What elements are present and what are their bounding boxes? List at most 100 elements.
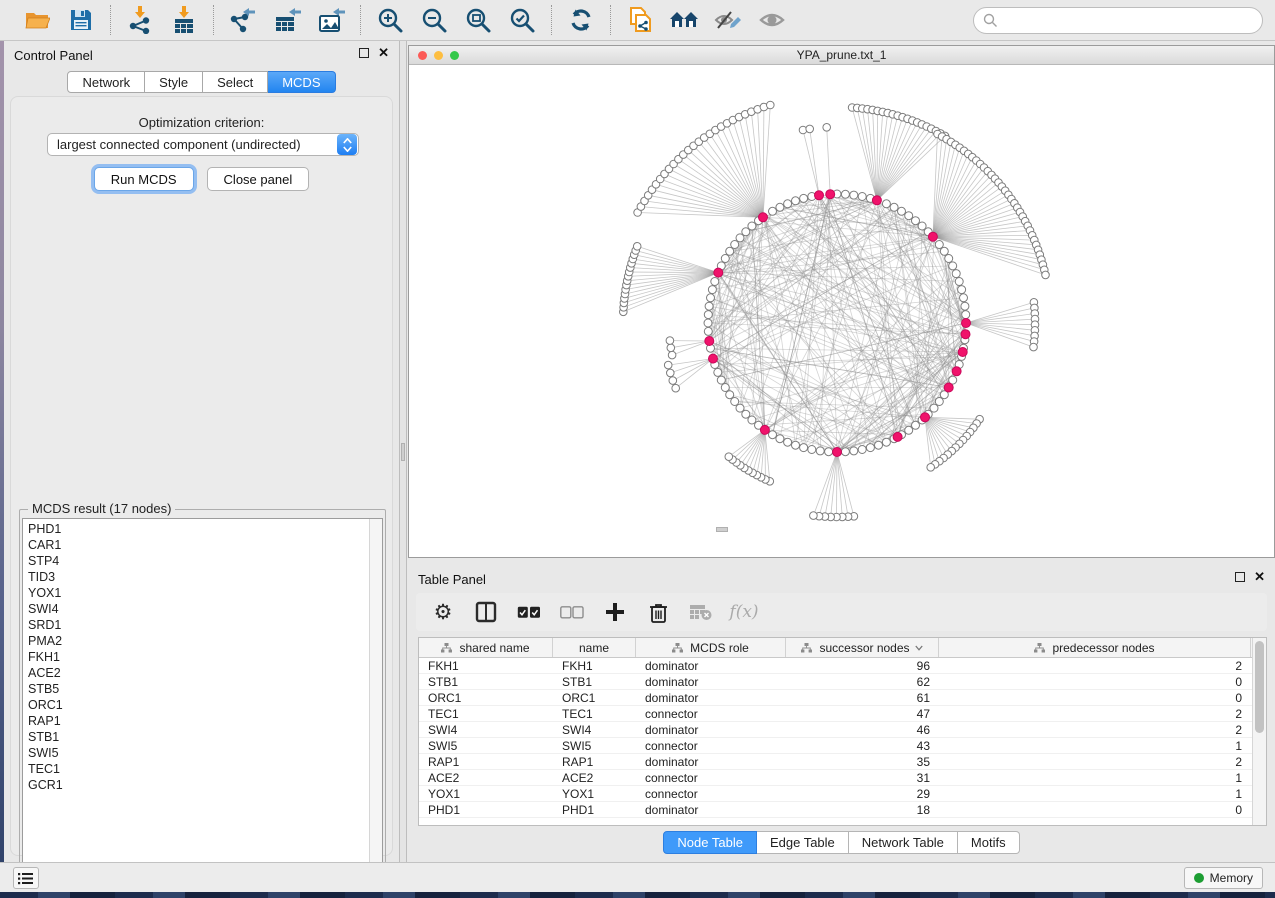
maximize-window-icon[interactable] [450,51,459,60]
network-hub-node[interactable] [962,319,971,328]
delete-column-icon[interactable] [645,599,671,625]
network-leaf-node[interactable] [667,344,675,352]
column-header-MCDS-role[interactable]: MCDS role [636,638,786,657]
network-ring-node[interactable] [882,438,890,446]
table-row[interactable]: RAP1RAP1dominator352 [419,754,1252,770]
column-header-successor-nodes[interactable]: successor nodes [786,638,939,657]
network-hub-node[interactable] [952,367,961,376]
network-leaf-node[interactable] [1030,343,1038,351]
network-leaf-node[interactable] [664,361,672,369]
network-hub-node[interactable] [815,191,824,200]
column-header-shared-name[interactable]: shared name [419,638,553,657]
automation-panel-button[interactable] [13,867,39,889]
search-input[interactable] [998,13,1262,28]
network-ring-node[interactable] [784,438,792,446]
mcds-result-item[interactable]: YOX1 [28,585,369,601]
mcds-result-item[interactable]: PMA2 [28,633,369,649]
network-hub-node[interactable] [705,337,714,346]
tab-node-table[interactable]: Node Table [663,831,757,854]
network-ring-node[interactable] [707,294,715,302]
close-panel-icon[interactable]: ✕ [378,48,389,58]
import-network-icon[interactable] [125,5,155,35]
network-ring-node[interactable] [825,448,833,456]
tab-network-table[interactable]: Network Table [849,831,958,854]
table-row[interactable]: FKH1FKH1dominator962 [419,658,1252,674]
zoom-in-icon[interactable] [375,5,405,35]
network-hub-node[interactable] [872,196,881,205]
network-hub-node[interactable] [826,190,835,199]
network-ring-node[interactable] [962,311,970,319]
network-hub-node[interactable] [760,425,769,434]
network-ring-node[interactable] [748,222,756,230]
table-settings-icon[interactable]: ⚙ [430,599,456,625]
mcds-result-item[interactable]: ACE2 [28,665,369,681]
tab-network[interactable]: Network [67,71,145,93]
network-ring-node[interactable] [708,286,716,294]
network-ring-node[interactable] [952,270,960,278]
float-panel-icon[interactable] [359,48,369,58]
network-leaf-node[interactable] [725,453,733,461]
tab-edge-table[interactable]: Edge Table [757,831,849,854]
open-file-icon[interactable] [22,5,52,35]
network-ring-node[interactable] [890,203,898,211]
network-ring-node[interactable] [960,294,968,302]
criterion-select[interactable]: largest connected component (undirected) [47,133,359,156]
network-hub-node[interactable] [928,232,937,241]
search-field[interactable] [973,7,1263,34]
tab-mcds[interactable]: MCDS [268,71,335,93]
deselect-all-rows-icon[interactable] [559,599,585,625]
network-ring-node[interactable] [912,421,920,429]
network-ring-node[interactable] [769,207,777,215]
network-leaf-node[interactable] [810,512,818,520]
table-row[interactable]: PHD1PHD1dominator180 [419,802,1252,818]
splitter-grip[interactable] [401,443,405,461]
network-ring-node[interactable] [882,200,890,208]
show-all-icon[interactable] [757,5,787,35]
network-ring-node[interactable] [841,190,849,198]
column-header-predecessor-nodes[interactable]: predecessor nodes [939,638,1251,657]
network-ring-node[interactable] [935,241,943,249]
table-row[interactable]: ACE2ACE2connector311 [419,770,1252,786]
network-hub-node[interactable] [714,268,723,277]
network-hub-node[interactable] [893,432,902,441]
network-ring-node[interactable] [705,302,713,310]
table-row[interactable]: SWI5SWI5connector431 [419,738,1252,754]
memory-button[interactable]: Memory [1184,867,1263,889]
network-ring-node[interactable] [850,447,858,455]
mcds-result-item[interactable]: SRD1 [28,617,369,633]
network-ring-node[interactable] [714,368,722,376]
mcds-result-item[interactable]: ORC1 [28,697,369,713]
network-ring-node[interactable] [850,191,858,199]
network-ring-node[interactable] [949,262,957,270]
network-leaf-node[interactable] [672,384,680,392]
zoom-fit-icon[interactable] [463,5,493,35]
mcds-result-item[interactable]: FKH1 [28,649,369,665]
mcds-result-item[interactable]: RAP1 [28,713,369,729]
export-network-icon[interactable] [228,5,258,35]
network-ring-node[interactable] [726,247,734,255]
network-view-canvas[interactable] [409,65,1274,557]
network-ring-node[interactable] [769,431,777,439]
network-ring-node[interactable] [792,197,800,205]
close-table-panel-icon[interactable]: ✕ [1254,572,1265,582]
import-table-icon[interactable] [169,5,199,35]
network-hub-node[interactable] [958,348,967,357]
network-ring-node[interactable] [940,247,948,255]
table-row[interactable]: SWI4SWI4dominator462 [419,722,1252,738]
vertical-splitter[interactable] [399,41,407,862]
tab-motifs[interactable]: Motifs [958,831,1020,854]
network-ring-node[interactable] [717,376,725,384]
network-ring-node[interactable] [935,398,943,406]
network-leaf-node[interactable] [669,377,677,385]
mcds-result-item[interactable]: PHD1 [28,521,369,537]
network-ring-node[interactable] [784,200,792,208]
network-hub-node[interactable] [921,413,930,422]
refresh-icon[interactable] [566,5,596,35]
network-ring-node[interactable] [704,327,712,335]
mcds-result-item[interactable]: TEC1 [28,761,369,777]
mcds-result-item[interactable]: STP4 [28,553,369,569]
network-ring-node[interactable] [792,441,800,449]
mcds-result-item[interactable]: CAR1 [28,537,369,553]
mcds-result-item[interactable]: GCR1 [28,777,369,793]
save-session-icon[interactable] [66,5,96,35]
